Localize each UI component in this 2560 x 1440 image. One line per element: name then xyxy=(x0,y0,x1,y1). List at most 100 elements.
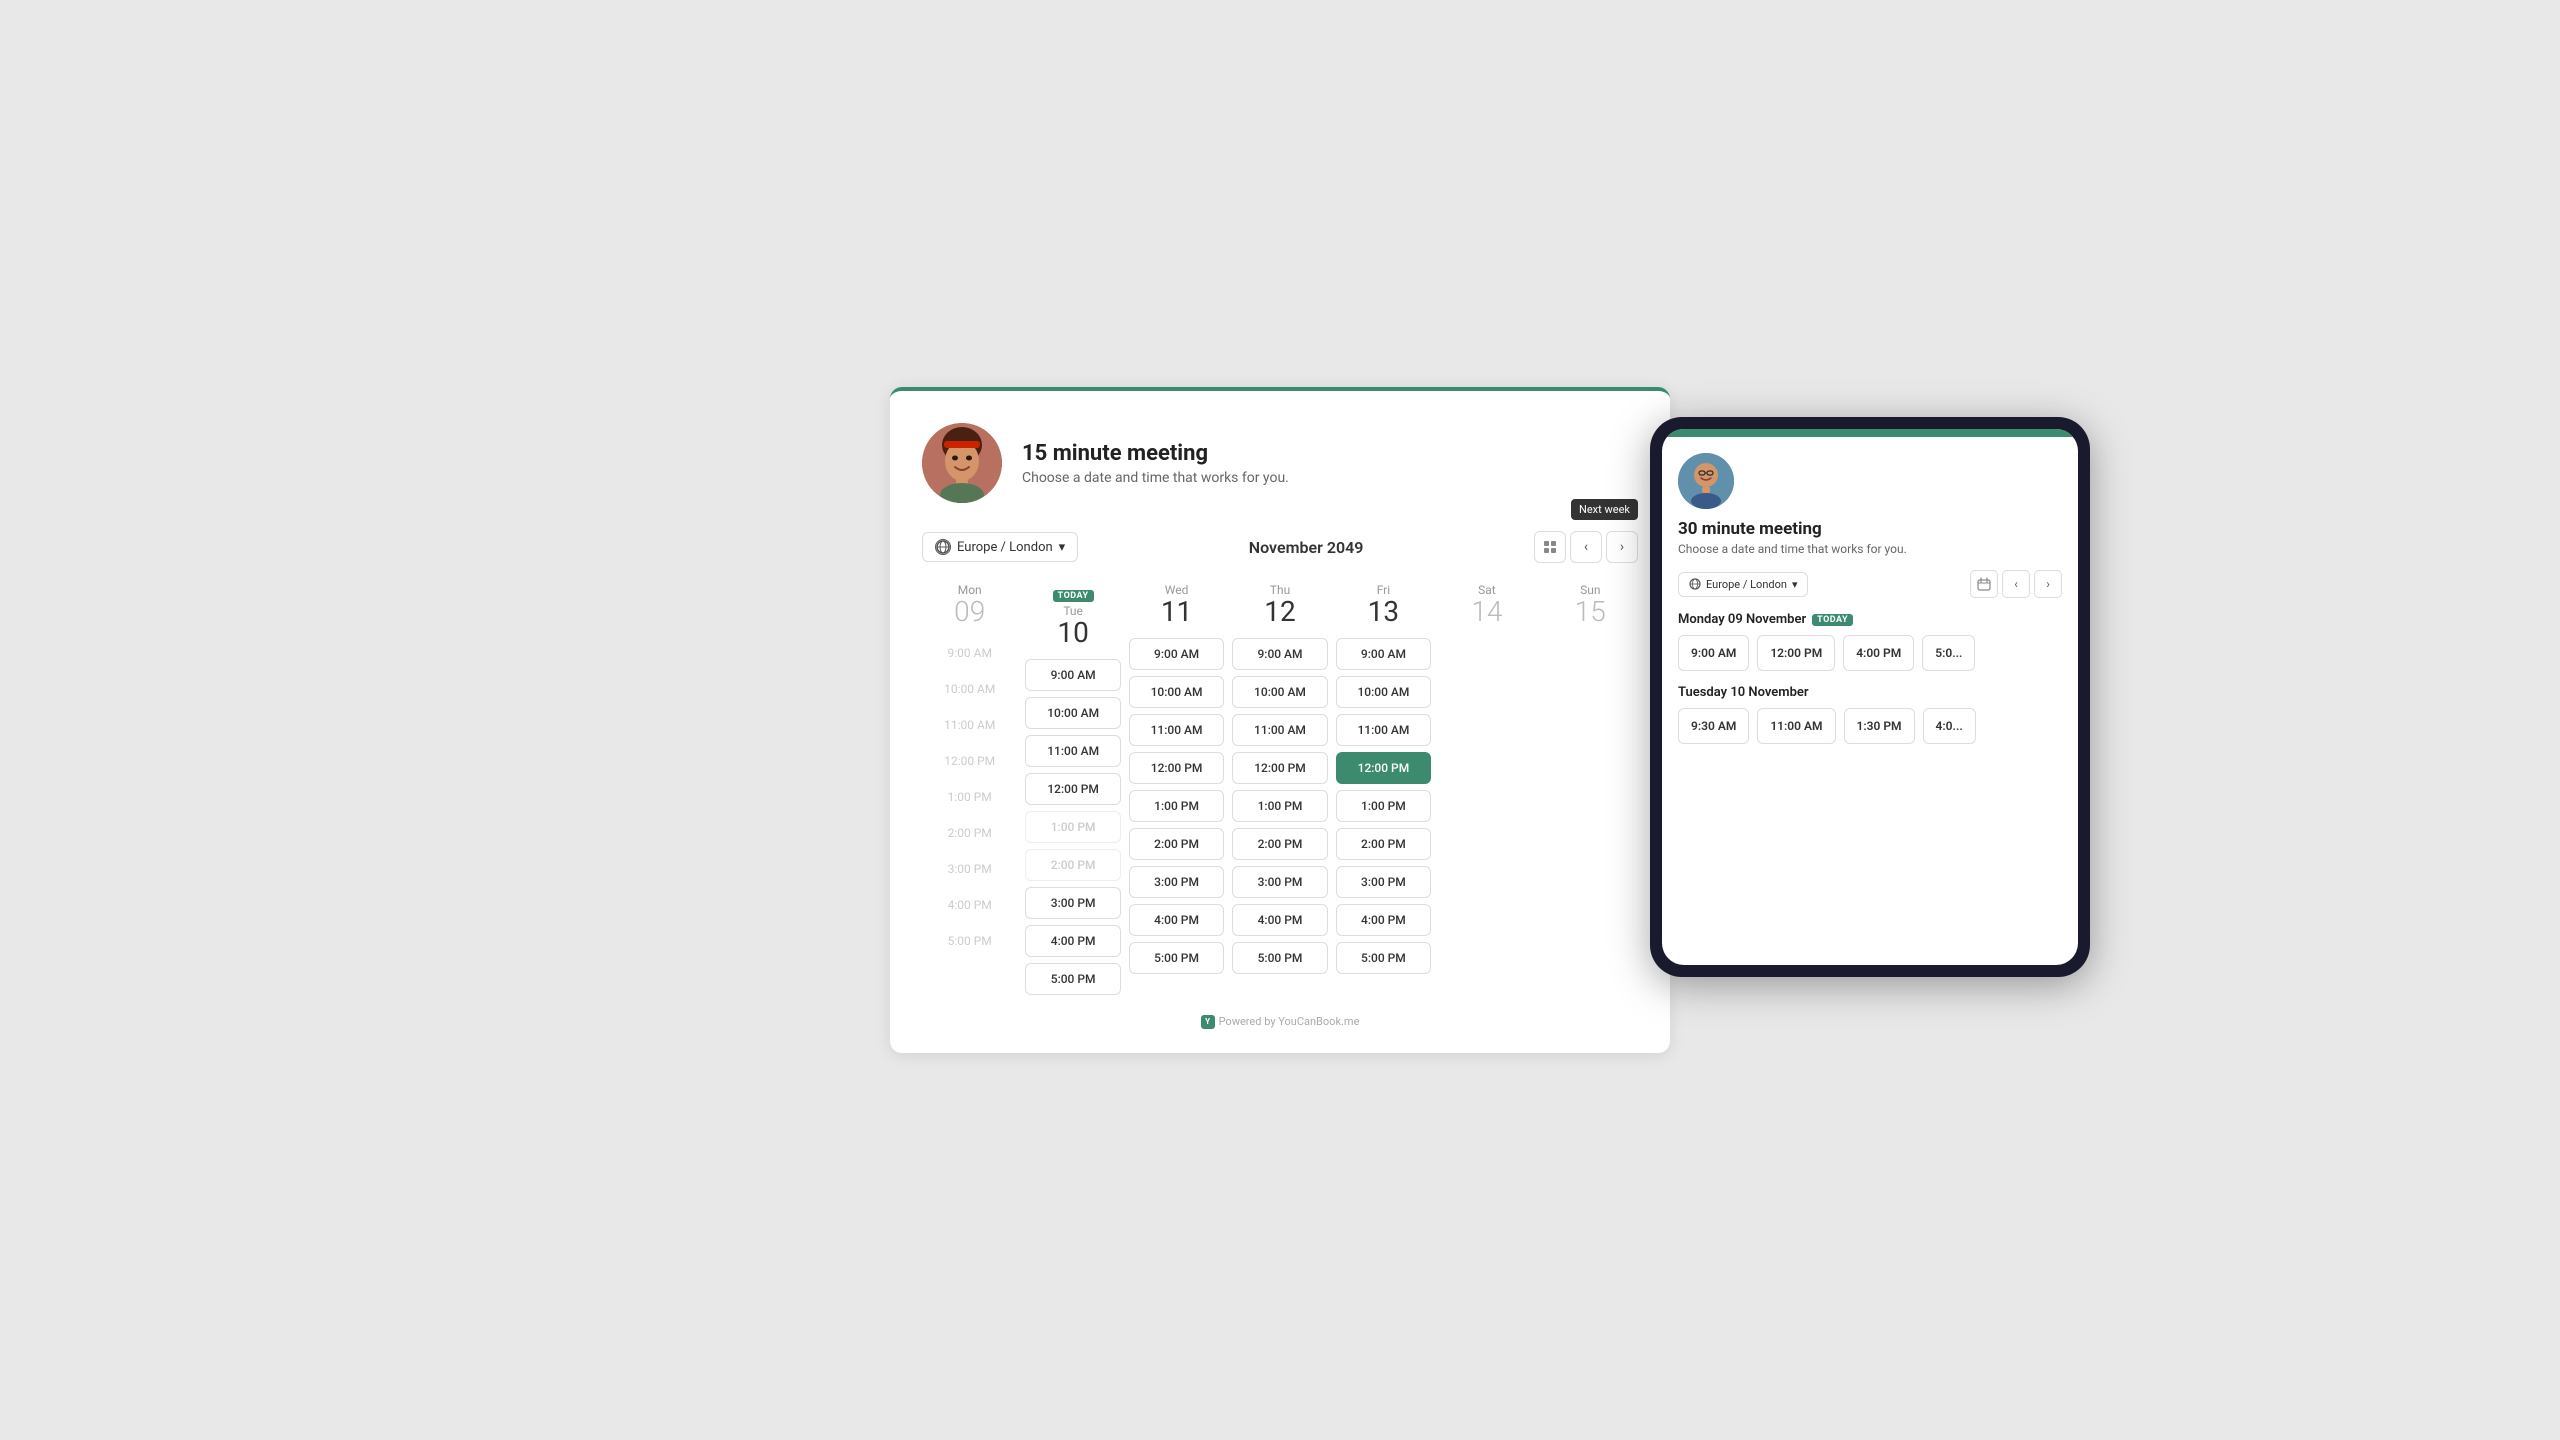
time-slot-thu-0[interactable]: 9:00 AM xyxy=(1232,638,1327,670)
time-slot-thu-4[interactable]: 1:00 PM xyxy=(1232,790,1327,822)
time-slot-wed-1[interactable]: 10:00 AM xyxy=(1129,676,1224,708)
time-slot-mon-6: 3:00 PM xyxy=(922,854,1017,884)
day-header-sat: Sat14 xyxy=(1439,583,1534,632)
mobile-chevron-icon: ▾ xyxy=(1792,578,1798,591)
timezone-label: Europe / London xyxy=(957,540,1053,555)
mobile-day-label-monday: Monday 09 November TODAY xyxy=(1678,612,2062,627)
next-week-tooltip: Next week xyxy=(1571,499,1638,520)
day-header-sun: Sun15 xyxy=(1543,583,1638,632)
avatar-image xyxy=(922,423,1002,503)
mobile-time-slot[interactable]: 4:0... xyxy=(1923,708,1976,744)
time-slot-tue-0[interactable]: 9:00 AM xyxy=(1025,659,1120,691)
time-slot-wed-8[interactable]: 5:00 PM xyxy=(1129,942,1224,974)
day-header-mon: Mon09 xyxy=(922,583,1017,632)
mobile-time-slot[interactable]: 5:0... xyxy=(1922,635,1975,671)
time-slot-tue-6[interactable]: 3:00 PM xyxy=(1025,887,1120,919)
mobile-time-slot[interactable]: 11:00 AM xyxy=(1757,708,1835,744)
mobile-prev-button[interactable]: ‹ xyxy=(2002,570,2030,598)
time-slot-fri-2[interactable]: 11:00 AM xyxy=(1336,714,1431,746)
meeting-subtitle: Choose a date and time that works for yo… xyxy=(1022,470,1289,486)
mobile-day-label-tuesday: Tuesday 10 November xyxy=(1678,685,2062,700)
time-slot-mon-0: 9:00 AM xyxy=(922,638,1017,668)
time-slot-tue-4: 1:00 PM xyxy=(1025,811,1120,843)
time-slot-mon-5: 2:00 PM xyxy=(922,818,1017,848)
mobile-nav-area: ‹ › xyxy=(1970,570,2062,598)
time-slot-fri-7[interactable]: 4:00 PM xyxy=(1336,904,1431,936)
time-slot-fri-4[interactable]: 1:00 PM xyxy=(1336,790,1431,822)
day-number-mon: 09 xyxy=(922,597,1017,628)
mobile-slots-monday: 9:00 AM12:00 PM4:00 PM5:0... xyxy=(1678,635,2062,671)
calendar-grid: Mon099:00 AM10:00 AM11:00 AM12:00 PM1:00… xyxy=(922,583,1638,995)
mobile-time-slot[interactable]: 1:30 PM xyxy=(1844,708,1915,744)
day-number-tue: 10 xyxy=(1025,618,1120,649)
today-badge: TODAY xyxy=(1053,590,1094,602)
time-slot-tue-7[interactable]: 4:00 PM xyxy=(1025,925,1120,957)
time-slot-wed-2[interactable]: 11:00 AM xyxy=(1129,714,1224,746)
time-slot-fri-0[interactable]: 9:00 AM xyxy=(1336,638,1431,670)
mobile-time-slot[interactable]: 9:30 AM xyxy=(1678,708,1749,744)
day-number-fri: 13 xyxy=(1336,597,1431,628)
main-calendar-card: 15 minute meeting Choose a date and time… xyxy=(890,387,1670,1053)
nav-controls: ‹ › Next week xyxy=(1534,531,1638,563)
time-slot-wed-4[interactable]: 1:00 PM xyxy=(1129,790,1224,822)
time-slot-fri-6[interactable]: 3:00 PM xyxy=(1336,866,1431,898)
time-slot-wed-7[interactable]: 4:00 PM xyxy=(1129,904,1224,936)
day-column-mon: Mon09 9:00 AM 10:00 AM 11:00 AM 12:00 PM 1:00… xyxy=(922,583,1017,995)
time-slot-wed-5[interactable]: 2:00 PM xyxy=(1129,828,1224,860)
mobile-time-slot[interactable]: 9:00 AM xyxy=(1678,635,1749,671)
month-title: November 2049 xyxy=(1249,538,1364,557)
time-slot-thu-6[interactable]: 3:00 PM xyxy=(1232,866,1327,898)
mobile-header-bar xyxy=(1662,429,2078,437)
time-slot-wed-3[interactable]: 12:00 PM xyxy=(1129,752,1224,784)
mobile-day-section-tuesday: Tuesday 10 November 9:30 AM11:00 AM1:30 … xyxy=(1678,685,2062,744)
card-header: 15 minute meeting Choose a date and time… xyxy=(922,423,1638,503)
time-slot-mon-1: 10:00 AM xyxy=(922,674,1017,704)
powered-by-text: Powered by YouCanBook.me xyxy=(1219,1015,1360,1028)
time-slot-tue-1[interactable]: 10:00 AM xyxy=(1025,697,1120,729)
mobile-toolbar: Europe / London ▾ ‹ xyxy=(1678,570,2062,598)
time-slot-thu-1[interactable]: 10:00 AM xyxy=(1232,676,1327,708)
time-slot-tue-2[interactable]: 11:00 AM xyxy=(1025,735,1120,767)
mobile-time-slot[interactable]: 12:00 PM xyxy=(1757,635,1835,671)
time-slot-fri-3[interactable]: 12:00 PM xyxy=(1336,752,1431,784)
day-column-tue: TODAYTue10 9:00 AM 10:00 AM 11:00 AM 12:00 P… xyxy=(1025,583,1120,995)
time-slot-mon-8: 5:00 PM xyxy=(922,926,1017,956)
time-slot-wed-6[interactable]: 3:00 PM xyxy=(1129,866,1224,898)
time-slot-tue-8[interactable]: 5:00 PM xyxy=(1025,963,1120,995)
mobile-timezone-selector[interactable]: Europe / London ▾ xyxy=(1678,572,1808,597)
time-slot-wed-0[interactable]: 9:00 AM xyxy=(1129,638,1224,670)
mobile-next-button[interactable]: › xyxy=(2034,570,2062,598)
next-week-button[interactable]: › Next week xyxy=(1606,531,1638,563)
time-slot-thu-7[interactable]: 4:00 PM xyxy=(1232,904,1327,936)
grid-view-button[interactable] xyxy=(1534,531,1566,563)
time-slot-thu-3[interactable]: 12:00 PM xyxy=(1232,752,1327,784)
time-slot-thu-2[interactable]: 11:00 AM xyxy=(1232,714,1327,746)
time-slot-mon-2: 11:00 AM xyxy=(922,710,1017,740)
timezone-selector[interactable]: Europe / London ▾ xyxy=(922,532,1078,562)
time-slot-tue-3[interactable]: 12:00 PM xyxy=(1025,773,1120,805)
mobile-today-badge: TODAY xyxy=(1812,614,1853,626)
avatar xyxy=(922,423,1002,503)
time-slot-mon-4: 1:00 PM xyxy=(922,782,1017,812)
time-slot-fri-1[interactable]: 10:00 AM xyxy=(1336,676,1431,708)
powered-by-footer: Y Powered by YouCanBook.me xyxy=(922,1015,1638,1029)
mobile-calendar-button[interactable] xyxy=(1970,570,1998,598)
day-number-sat: 14 xyxy=(1439,597,1534,628)
prev-week-button[interactable]: ‹ xyxy=(1570,531,1602,563)
time-slot-fri-5[interactable]: 2:00 PM xyxy=(1336,828,1431,860)
time-slot-mon-3: 12:00 PM xyxy=(922,746,1017,776)
time-slot-thu-8[interactable]: 5:00 PM xyxy=(1232,942,1327,974)
day-number-thu: 12 xyxy=(1232,597,1327,628)
mobile-meeting-title: 30 minute meeting xyxy=(1678,519,2062,539)
calendar-toolbar: Europe / London ▾ November 2049 ‹ › Next xyxy=(922,531,1638,563)
globe-icon xyxy=(935,539,951,555)
mobile-meeting-subtitle: Choose a date and time that works for yo… xyxy=(1678,542,2062,556)
mobile-avatar xyxy=(1678,453,1734,509)
mobile-screen: 30 minute meeting Choose a date and time… xyxy=(1662,429,2078,965)
time-slot-fri-8[interactable]: 5:00 PM xyxy=(1336,942,1431,974)
time-slot-thu-5[interactable]: 2:00 PM xyxy=(1232,828,1327,860)
time-slot-mon-7: 4:00 PM xyxy=(922,890,1017,920)
day-header-tue: TODAYTue10 xyxy=(1025,583,1120,653)
day-column-sun: Sun15 xyxy=(1543,583,1638,995)
mobile-time-slot[interactable]: 4:00 PM xyxy=(1843,635,1914,671)
